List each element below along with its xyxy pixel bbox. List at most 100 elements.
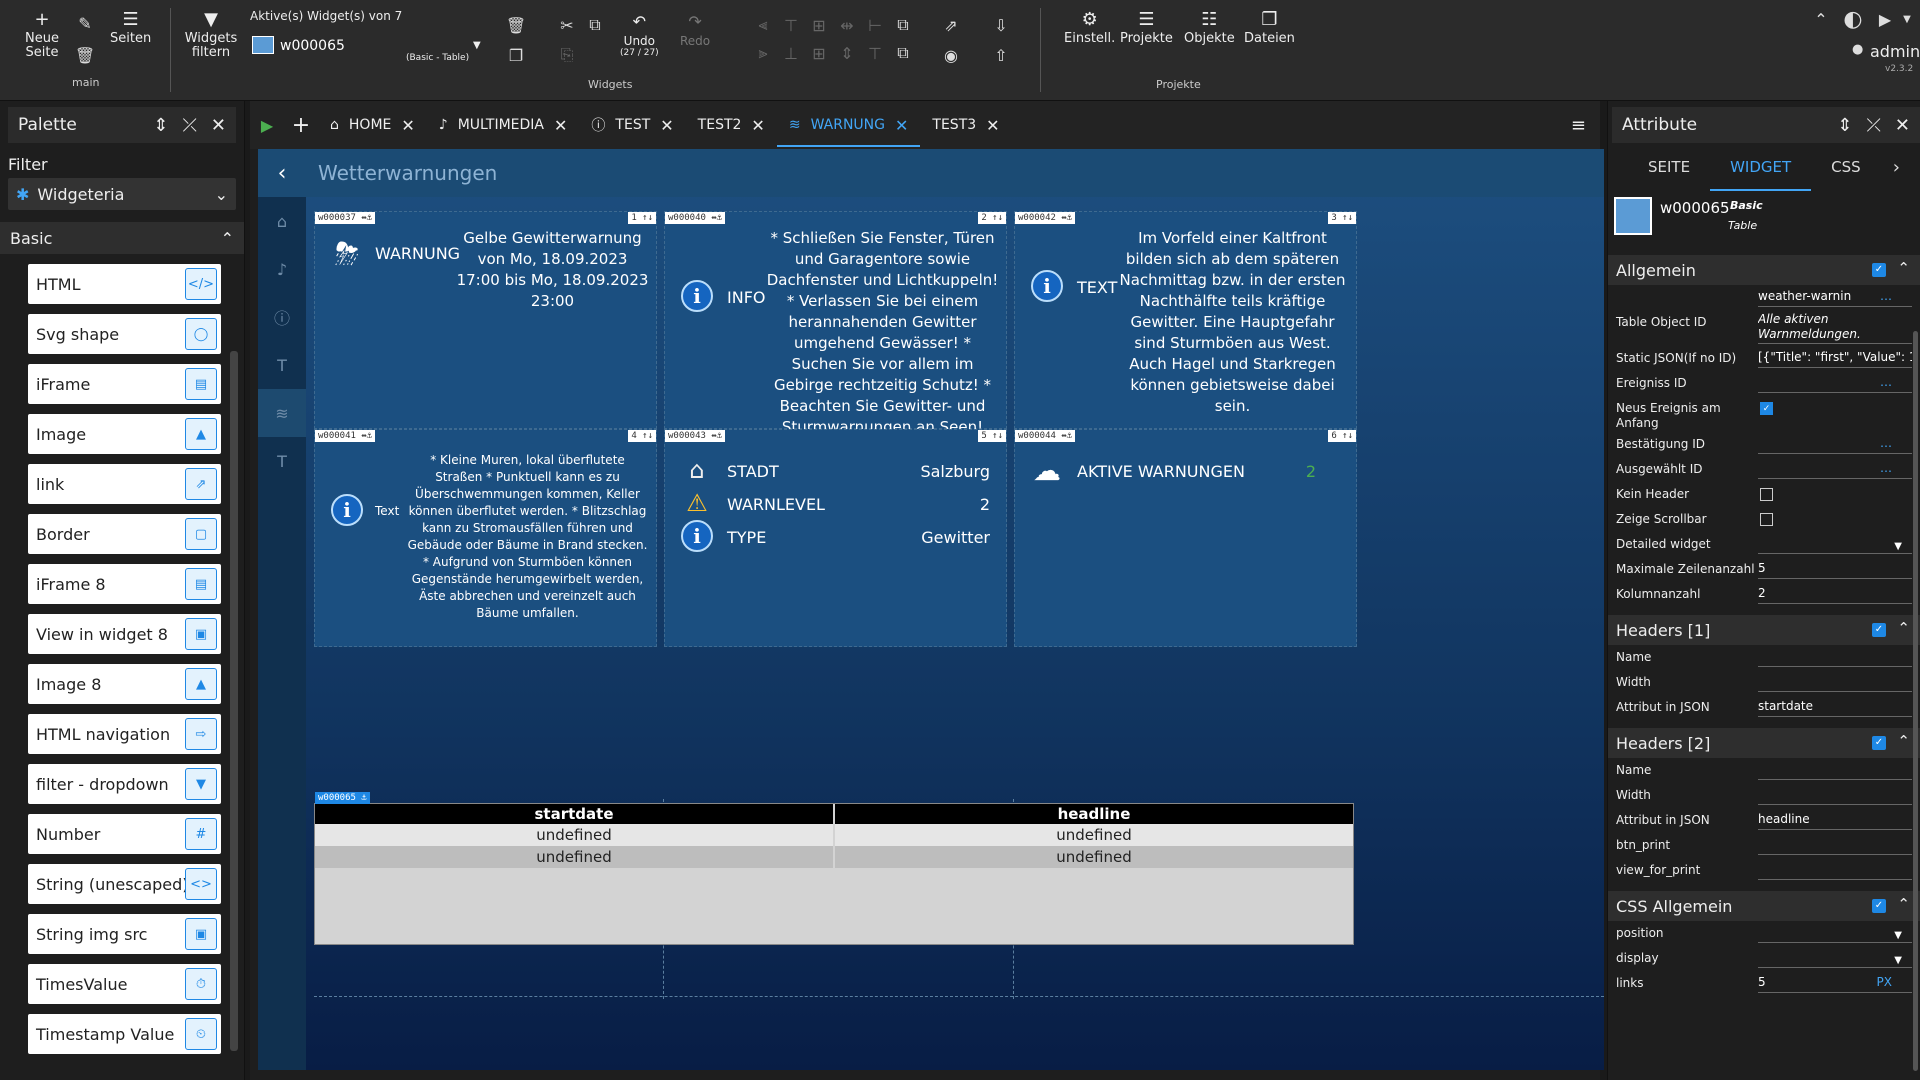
cut-icon[interactable]: ✂ — [556, 14, 578, 36]
paste-icon[interactable]: ⎘ — [556, 44, 578, 66]
more-icon[interactable]: … — [1880, 287, 1892, 305]
widgetset-select[interactable]: ✱ Widgeteria ⌄ — [8, 178, 236, 210]
tab-home[interactable]: ⌂ HOME ✕ — [318, 101, 427, 149]
checkbox[interactable]: ✓ — [1760, 402, 1773, 415]
expand-icon[interactable]: ⤫ — [1867, 115, 1881, 136]
checkbox-icon[interactable]: ✓ — [1872, 736, 1886, 750]
nav-music-icon[interactable]: ♪ — [258, 245, 306, 293]
pages-button[interactable]: ☰ Seiten — [110, 10, 151, 46]
attr-value-input[interactable]: headline — [1758, 810, 1912, 830]
attr-value-input[interactable]: [{"Title": "first", "Value": 1, " — [1758, 348, 1912, 368]
collapse-icon[interactable]: ⇕ — [1837, 115, 1852, 136]
palette-item[interactable]: Number # — [28, 814, 221, 854]
chevron-up-icon[interactable]: ⌃ — [1810, 8, 1832, 30]
user-name[interactable]: admin — [1870, 42, 1920, 61]
attr-value-input[interactable] — [1758, 860, 1912, 880]
new-page-button[interactable]: + Neue Seite — [22, 10, 62, 60]
collapse-icon[interactable]: ⇕ — [153, 115, 168, 136]
chevron-down-icon[interactable]: ▼ — [1894, 538, 1902, 553]
attr-value-input[interactable] — [1758, 672, 1912, 692]
chevron-up-icon[interactable]: ⌃ — [1897, 732, 1910, 750]
palette-item[interactable]: TimesValue ⏱ — [28, 964, 221, 1004]
same-width-icon[interactable]: ⊢ — [864, 14, 886, 36]
files-button[interactable]: ❐ Dateien — [1244, 10, 1295, 46]
close-icon[interactable]: ✕ — [751, 116, 764, 135]
attr-value-input[interactable]: … — [1758, 434, 1912, 454]
settings-button[interactable]: ⚙ Einstell. — [1064, 10, 1115, 46]
selected-widget-id[interactable]: w000065 — [280, 38, 345, 54]
tab-widget[interactable]: WIDGET — [1710, 143, 1812, 191]
attr-value-input[interactable] — [1758, 760, 1912, 780]
close-icon[interactable]: ✕ — [1895, 115, 1910, 136]
nav-home-icon[interactable]: ⌂ — [258, 197, 306, 245]
attr-value-input[interactable]: 5 PX — [1758, 973, 1912, 993]
distribute-v-icon[interactable]: ⇕ — [836, 42, 858, 64]
palette-item[interactable]: iFrame 8 ▤ — [28, 564, 221, 604]
widget-card-w000040[interactable]: w000040 ⇹⚓ 2 ↑↓ i INFO * Schließen Sie Fenst… — [664, 211, 1007, 436]
align-middle-icon[interactable]: ⊞ — [808, 42, 830, 64]
tab-test3[interactable]: TEST3 ✕ — [920, 101, 1011, 149]
close-icon[interactable]: ✕ — [895, 116, 908, 135]
widget-card-w000042[interactable]: w000042 ⇹⚓ 3 ↑↓ i TEXT Im Vorfeld einer Kalt… — [1014, 211, 1357, 429]
close-icon[interactable]: ✕ — [211, 115, 226, 136]
palette-item[interactable]: Image ▲ — [28, 414, 221, 454]
run-icon[interactable]: ▶ — [250, 116, 284, 135]
checkbox-icon[interactable]: ✓ — [1872, 623, 1886, 637]
chevron-down-icon[interactable]: ▼ — [1896, 8, 1918, 30]
copy-icon[interactable]: ❐ — [505, 44, 527, 66]
widget-dropdown-chevron-icon[interactable]: ▼ — [473, 40, 481, 51]
theme-icon[interactable]: ◐ — [1842, 7, 1864, 32]
attr-value-input[interactable]: ▼ — [1758, 923, 1912, 943]
table-widget[interactable]: w000065 ⚓ startdate headline undefined unde… — [314, 792, 1354, 945]
attr-value-input[interactable]: … — [1758, 459, 1912, 479]
widget-card-w000043[interactable]: w000043 ⇹⚓ 5 ↑↓ ⌂ STADT Salzburg ⚠ WARNLEVEL 2 i… — [664, 429, 1007, 647]
more-icon[interactable]: … — [1880, 434, 1892, 452]
palette-item[interactable]: View in widget 8 ▣ — [28, 614, 221, 654]
palette-scrollbar[interactable] — [230, 351, 238, 1051]
align-left-icon[interactable]: ⫷ — [752, 14, 774, 36]
undo-button[interactable]: ↶ Undo (27 / 27) — [620, 12, 659, 59]
nav-info-icon[interactable]: ⓘ — [258, 293, 306, 341]
attr-value-input[interactable]: ▼ — [1758, 534, 1912, 554]
chevron-up-icon[interactable]: ⌃ — [1897, 619, 1910, 637]
eye-icon[interactable]: ◉ — [940, 44, 962, 66]
tab-warnung[interactable]: ≋ WARNUNG ✕ — [776, 101, 921, 149]
delete-widget-icon[interactable]: 🗑 — [505, 14, 527, 36]
palette-item[interactable]: iFrame ▤ — [28, 364, 221, 404]
ungroup-icon[interactable]: ⧉ — [892, 42, 914, 64]
attr-value-input[interactable]: 5 — [1758, 559, 1912, 579]
palette-item[interactable]: HTML navigation ⇨ — [28, 714, 221, 754]
chevron-up-icon[interactable]: ⌃ — [1897, 895, 1910, 913]
palette-item[interactable]: link ⇗ — [28, 464, 221, 504]
checkbox[interactable] — [1760, 488, 1773, 501]
palette-item[interactable]: String img src ▣ — [28, 914, 221, 954]
tab-test[interactable]: ⓘ TEST ✕ — [579, 101, 685, 149]
chevron-right-icon[interactable]: › — [1893, 157, 1900, 178]
same-height-icon[interactable]: ⊤ — [864, 42, 886, 64]
filter-widgets-button[interactable]: ▼ Widgets filtern — [183, 10, 239, 60]
attr-value-input[interactable] — [1758, 647, 1912, 667]
attr-group-header[interactable]: CSS Allgemein ✓ ⌃ — [1608, 891, 1920, 921]
align-bottom-icon[interactable]: ⊥ — [780, 42, 802, 64]
import-icon[interactable]: ⇩ — [990, 14, 1012, 36]
close-icon[interactable]: ✕ — [660, 116, 673, 135]
palette-item[interactable]: filter - dropdown ▼ — [28, 764, 221, 804]
export-icon[interactable]: ⇧ — [990, 44, 1012, 66]
align-right-icon[interactable]: ⫸ — [752, 42, 774, 64]
tab-css[interactable]: CSS — [1811, 143, 1881, 191]
checkbox-icon[interactable]: ✓ — [1872, 899, 1886, 913]
palette-item[interactable]: String (unescaped) <> — [28, 864, 221, 904]
align-top-icon[interactable]: ⊤ — [780, 14, 802, 36]
chevron-down-icon[interactable]: ▼ — [1894, 927, 1902, 942]
back-chevron-icon[interactable]: ‹ — [258, 161, 306, 186]
close-icon[interactable]: ✕ — [401, 116, 414, 135]
table-header[interactable]: headline — [835, 804, 1353, 824]
attr-group-header[interactable]: Allgemein ✓ ⌃ — [1608, 255, 1920, 285]
attr-value-input[interactable]: … — [1758, 373, 1912, 393]
nav-weather-icon[interactable]: ≋ — [258, 389, 306, 437]
projects-button[interactable]: ☰ Projekte — [1120, 10, 1173, 46]
chevron-down-icon[interactable]: ▼ — [1894, 952, 1902, 967]
palette-item[interactable]: Svg shape ◯ — [28, 314, 221, 354]
add-tab-icon[interactable]: + — [284, 113, 318, 138]
checkbox[interactable] — [1760, 513, 1773, 526]
